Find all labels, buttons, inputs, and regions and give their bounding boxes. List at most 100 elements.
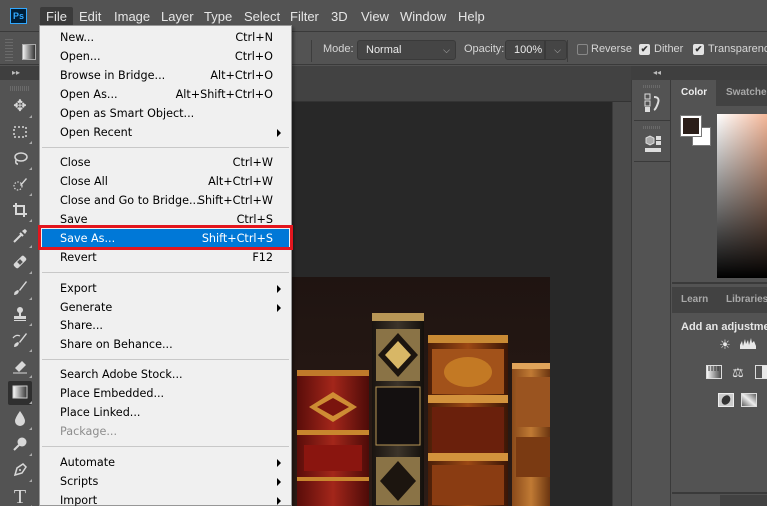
menu-item-place-embedded[interactable]: Place Embedded... bbox=[42, 384, 289, 403]
history-panel-button[interactable] bbox=[634, 81, 670, 121]
menu-item-revert[interactable]: Revert F12 bbox=[42, 248, 289, 267]
toolbar-grip[interactable] bbox=[10, 86, 30, 91]
menu-item-export[interactable]: Export bbox=[42, 279, 289, 298]
tab-libraries[interactable]: Libraries bbox=[717, 287, 767, 313]
menu-separator bbox=[42, 359, 289, 360]
gradient-preview-swatch[interactable] bbox=[22, 44, 36, 60]
menu-item-close[interactable]: Close Ctrl+W bbox=[42, 153, 289, 172]
marquee-tool-icon[interactable] bbox=[8, 121, 32, 145]
menu-item-shortcut: Alt+Ctrl+W bbox=[208, 175, 273, 188]
submenu-arrow-icon bbox=[277, 478, 281, 486]
menu-window[interactable]: Window bbox=[394, 7, 452, 26]
dock-collapse-button[interactable]: ◂◂ bbox=[631, 66, 767, 80]
tab-swatches[interactable]: Swatches bbox=[717, 80, 767, 106]
menu-item-share-on-behance[interactable]: Share on Behance... bbox=[42, 335, 289, 354]
brightness-contrast-icon[interactable]: ☀ bbox=[716, 337, 734, 353]
menu-item-open-as-smart-object[interactable]: Open as Smart Object... bbox=[42, 104, 289, 123]
menu-item-label: Open Recent bbox=[60, 126, 133, 139]
menu-item-label: New... bbox=[60, 31, 95, 44]
menu-item-shortcut: F12 bbox=[252, 251, 273, 264]
foreground-color-swatch[interactable] bbox=[680, 115, 702, 137]
document-image[interactable] bbox=[292, 277, 550, 506]
photo-filter-icon[interactable] bbox=[717, 393, 735, 409]
layers-panel-tabs bbox=[672, 495, 767, 506]
dodge-tool-icon[interactable] bbox=[8, 433, 32, 457]
menu-3d[interactable]: 3D bbox=[325, 7, 354, 26]
menu-item-label: Close All bbox=[60, 175, 108, 188]
menu-item-close-all[interactable]: Close All Alt+Ctrl+W bbox=[42, 172, 289, 191]
black-white-icon[interactable] bbox=[753, 365, 767, 381]
3d-panel-button[interactable] bbox=[634, 122, 670, 162]
blur-tool-icon[interactable] bbox=[8, 407, 32, 431]
menu-item-place-linked[interactable]: Place Linked... bbox=[42, 403, 289, 422]
mode-value: Normal bbox=[366, 44, 402, 56]
clone-stamp-tool-icon[interactable] bbox=[8, 303, 32, 327]
transparency-checkbox[interactable]: ✔ bbox=[693, 44, 704, 55]
menu-file[interactable]: File bbox=[40, 7, 73, 26]
menu-separator bbox=[42, 272, 289, 273]
menu-item-import[interactable]: Import bbox=[42, 491, 289, 506]
opacity-input[interactable]: 100% bbox=[505, 40, 545, 60]
menu-item-open[interactable]: Open... Ctrl+O bbox=[42, 47, 289, 66]
menu-select[interactable]: Select bbox=[238, 7, 286, 26]
menu-item-generate[interactable]: Generate bbox=[42, 298, 289, 317]
brush-tool-icon[interactable] bbox=[8, 277, 32, 301]
menu-view[interactable]: View bbox=[355, 7, 395, 26]
dither-checkbox[interactable]: ✔ bbox=[639, 44, 650, 55]
double-chevron-left-icon: ◂◂ bbox=[653, 68, 662, 77]
menu-item-open-recent[interactable]: Open Recent bbox=[42, 123, 289, 142]
menu-item-scripts[interactable]: Scripts bbox=[42, 472, 289, 491]
opacity-dropdown-button[interactable]: ⌵ bbox=[545, 40, 567, 60]
lasso-tool-icon[interactable] bbox=[8, 147, 32, 171]
menu-item-shortcut: Shift+Ctrl+W bbox=[197, 194, 273, 207]
menu-item-label: Open... bbox=[60, 50, 101, 63]
menu-item-browse-in-bridge[interactable]: Browse in Bridge... Alt+Ctrl+O bbox=[42, 66, 289, 85]
menu-item-search-adobe-stock[interactable]: Search Adobe Stock... bbox=[42, 365, 289, 384]
healing-brush-tool-icon[interactable] bbox=[8, 251, 32, 275]
toolbar-collapse-button[interactable]: ▸▸ bbox=[0, 66, 40, 80]
menu-item-shortcut: Ctrl+W bbox=[232, 156, 273, 169]
gradient-map-icon[interactable] bbox=[740, 393, 758, 409]
menu-item-shortcut: Shift+Ctrl+S bbox=[201, 232, 273, 245]
submenu-arrow-icon bbox=[277, 459, 281, 467]
mode-select[interactable]: Normal ⌵ bbox=[357, 40, 456, 60]
vertical-scrollbar[interactable] bbox=[612, 102, 631, 506]
hue-saturation-icon[interactable] bbox=[705, 365, 723, 381]
menu-item-share[interactable]: Share... bbox=[42, 316, 289, 335]
tab-color[interactable]: Color bbox=[672, 80, 717, 106]
gradient-tool-icon[interactable] bbox=[8, 381, 32, 405]
menu-item-save[interactable]: Save Ctrl+S bbox=[42, 210, 289, 229]
color-balance-icon[interactable]: ⚖ bbox=[729, 365, 747, 381]
menu-item-new[interactable]: New... Ctrl+N bbox=[42, 28, 289, 47]
options-bar-grip[interactable] bbox=[5, 39, 13, 61]
menu-edit[interactable]: Edit bbox=[73, 7, 107, 26]
reverse-checkbox[interactable] bbox=[577, 44, 588, 55]
tab-learn[interactable]: Learn bbox=[672, 287, 717, 313]
menu-image[interactable]: Image bbox=[108, 7, 156, 26]
quick-selection-tool-icon[interactable] bbox=[8, 173, 32, 197]
menu-type[interactable]: Type bbox=[198, 7, 238, 26]
crop-tool-icon[interactable] bbox=[8, 199, 32, 223]
menu-item-open-as[interactable]: Open As... Alt+Shift+Ctrl+O bbox=[42, 85, 289, 104]
eraser-tool-icon[interactable] bbox=[8, 355, 32, 379]
menu-filter[interactable]: Filter bbox=[284, 7, 325, 26]
pen-tool-icon[interactable] bbox=[8, 459, 32, 483]
menu-help[interactable]: Help bbox=[452, 7, 491, 26]
menu-item-label: Place Embedded... bbox=[60, 387, 165, 400]
menu-layer[interactable]: Layer bbox=[155, 7, 200, 26]
levels-icon[interactable] bbox=[739, 337, 757, 353]
adjustments-panel-tabs: Learn Libraries bbox=[672, 287, 767, 313]
transparency-label: Transparency bbox=[708, 43, 767, 55]
dither-label: Dither bbox=[654, 43, 684, 55]
menu-item-shortcut: Alt+Ctrl+O bbox=[210, 69, 273, 82]
tab-layers[interactable] bbox=[672, 495, 720, 506]
menu-item-save-as[interactable]: Save As... Shift+Ctrl+S bbox=[42, 229, 289, 248]
color-picker-field[interactable] bbox=[717, 114, 767, 278]
history-brush-tool-icon[interactable] bbox=[8, 329, 32, 353]
move-tool-icon[interactable]: ✥ bbox=[8, 95, 32, 119]
eyedropper-tool-icon[interactable] bbox=[8, 225, 32, 249]
menu-item-automate[interactable]: Automate bbox=[42, 453, 289, 472]
menu-item-close-and-go-to-bridge[interactable]: Close and Go to Bridge... Shift+Ctrl+W bbox=[42, 191, 289, 210]
photoshop-window: Ps File Edit Image Layer Type Select Fil… bbox=[0, 0, 767, 506]
type-tool-icon[interactable]: T bbox=[8, 485, 32, 506]
